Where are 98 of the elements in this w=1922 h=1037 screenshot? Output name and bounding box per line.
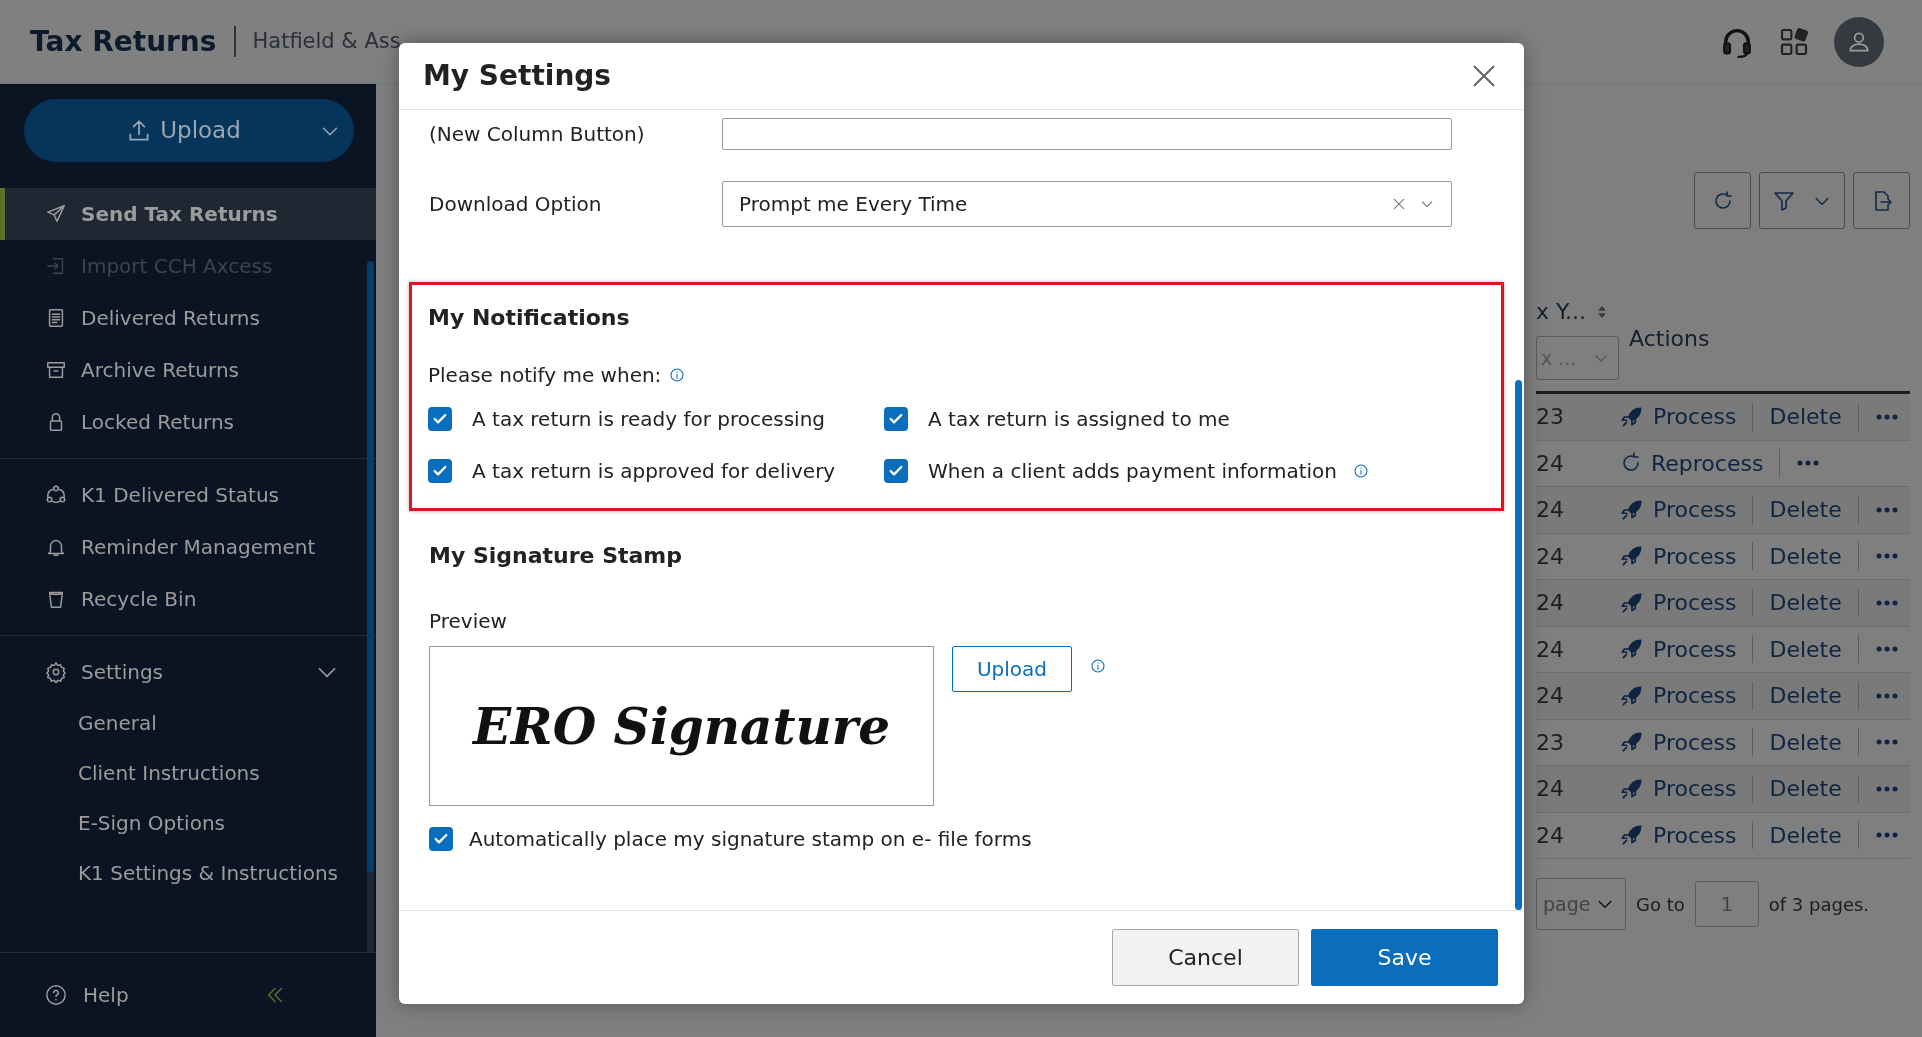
app-title: Tax Returns	[30, 23, 217, 60]
cancel-button[interactable]: Cancel	[1112, 929, 1299, 986]
filter-button[interactable]	[1759, 172, 1845, 229]
more-icon[interactable]	[1874, 645, 1899, 654]
help-link[interactable]: Help	[45, 980, 129, 1010]
scrollbar-thumb[interactable]	[1515, 380, 1522, 910]
action-link[interactable]: Process	[1619, 725, 1737, 759]
more-icon[interactable]	[1874, 784, 1899, 793]
table-cell-text: 24	[1536, 449, 1565, 478]
refresh-button[interactable]	[1694, 172, 1751, 229]
archive-icon	[45, 359, 67, 381]
delete-link[interactable]: Delete	[1769, 400, 1842, 434]
table-cell-text: 23	[1536, 728, 1565, 757]
checkbox-label: When a client adds payment information	[928, 458, 1337, 485]
sidebar-item[interactable]: Send Tax Returns	[0, 188, 376, 240]
checkbox-label: A tax return is approved for delivery	[472, 458, 836, 485]
sidebar-item[interactable]: Recycle Bin	[0, 573, 376, 625]
more-icon[interactable]	[1874, 831, 1899, 840]
help-icon	[45, 984, 67, 1006]
action-link[interactable]: Process	[1619, 679, 1737, 713]
save-button[interactable]: Save	[1311, 929, 1498, 986]
more-icon[interactable]	[1874, 738, 1899, 747]
delete-link[interactable]: Delete	[1769, 679, 1842, 713]
field-label: Download Option	[429, 191, 603, 218]
scrollbar-thumb[interactable]	[367, 261, 374, 873]
info-icon	[669, 367, 686, 383]
sidebar-item[interactable]: K1 Delivered Status	[0, 469, 376, 521]
more-icon[interactable]	[1874, 598, 1899, 607]
page-input[interactable]: 1	[1694, 881, 1759, 927]
page-count: of 3 pages.	[1768, 892, 1870, 917]
sidebar-item[interactable]: Archive Returns	[0, 344, 376, 396]
action-link[interactable]: Process	[1619, 493, 1737, 527]
checkbox-label: A tax return is ready for processing	[472, 406, 826, 433]
more-icon[interactable]	[1874, 505, 1899, 514]
text-field[interactable]	[722, 118, 1452, 150]
signature-preview: ERO Signature	[429, 646, 934, 806]
delete-link[interactable]: Delete	[1769, 539, 1842, 573]
table-cell-text: 24	[1536, 775, 1565, 804]
sidebar-subitem[interactable]: K1 Settings & Instructions	[0, 848, 376, 898]
download-option-select[interactable]: Prompt me Every Time	[722, 181, 1452, 227]
info-icon	[1090, 658, 1106, 674]
sidebar-item[interactable]: Locked Returns	[0, 396, 376, 448]
sidebar-subitem[interactable]: E-Sign Options	[0, 798, 376, 848]
table-cell-text: 24	[1536, 821, 1565, 850]
delete-link[interactable]: Delete	[1769, 725, 1842, 759]
plane-icon	[45, 203, 67, 225]
delete-link[interactable]: Delete	[1769, 632, 1842, 666]
gear-icon	[45, 661, 67, 683]
checkbox[interactable]	[884, 459, 908, 483]
action-link[interactable]: Process	[1619, 539, 1737, 573]
action-link[interactable]: Process	[1619, 586, 1737, 620]
goto-label: Go to	[1636, 892, 1685, 917]
delete-link[interactable]: Delete	[1769, 586, 1842, 620]
more-icon[interactable]	[1796, 459, 1821, 468]
upload-button[interactable]: Upload	[952, 646, 1072, 692]
clear-icon	[1391, 196, 1407, 212]
sidebar-item[interactable]: Reminder Management	[0, 521, 376, 573]
field-label: (New Column Button)	[429, 121, 646, 148]
column-header[interactable]: x Y...	[1536, 295, 1586, 328]
table-cell-text: 24	[1536, 635, 1565, 664]
preview-label: Preview	[429, 608, 508, 635]
dialog-title: My Settings	[423, 58, 612, 94]
settings-menu[interactable]: Settings	[0, 646, 376, 698]
table-cell-text: 24	[1536, 542, 1565, 571]
avatar[interactable]	[1834, 16, 1884, 67]
more-icon[interactable]	[1874, 412, 1899, 421]
apps-icon	[1778, 25, 1810, 58]
export-button[interactable]	[1853, 172, 1910, 229]
notify-prompt: Please notify me when:	[428, 362, 662, 389]
table-cell-text: 24	[1536, 589, 1565, 618]
table-cell-text: 24	[1536, 682, 1565, 711]
action-link[interactable]: Reprocess	[1619, 446, 1764, 480]
checkbox[interactable]	[429, 827, 453, 851]
checkbox[interactable]	[884, 407, 908, 431]
action-link[interactable]: Process	[1619, 818, 1737, 852]
action-link[interactable]: Process	[1619, 772, 1737, 806]
people-icon	[45, 484, 67, 506]
delete-link[interactable]: Delete	[1769, 493, 1842, 527]
checkbox-label: Automatically place my signature stamp on e- file forms	[469, 826, 1032, 853]
checkbox-label: A tax return is assigned to me	[928, 406, 1230, 433]
table-cell-text: 23	[1536, 403, 1565, 432]
delete-link[interactable]: Delete	[1769, 772, 1842, 806]
column-header: Actions	[1629, 325, 1710, 353]
table-cell-text: 24	[1536, 496, 1565, 525]
sidebar-subitem[interactable]: General	[0, 698, 376, 748]
checkbox[interactable]	[428, 459, 452, 483]
more-icon[interactable]	[1874, 691, 1899, 700]
sidebar-subitem[interactable]: Client Instructions	[0, 748, 376, 798]
action-link[interactable]: Process	[1619, 632, 1737, 666]
section-title: My Signature Stamp	[429, 542, 684, 570]
delete-link[interactable]: Delete	[1769, 818, 1842, 852]
upload-button[interactable]: Upload	[24, 99, 354, 162]
more-icon[interactable]	[1874, 552, 1899, 561]
action-link[interactable]: Process	[1619, 400, 1737, 434]
section-title: My Notifications	[428, 304, 631, 332]
checkbox[interactable]	[428, 407, 452, 431]
page-size-select[interactable]: page	[1536, 878, 1626, 930]
sidebar-item[interactable]: Delivered Returns	[0, 292, 376, 344]
